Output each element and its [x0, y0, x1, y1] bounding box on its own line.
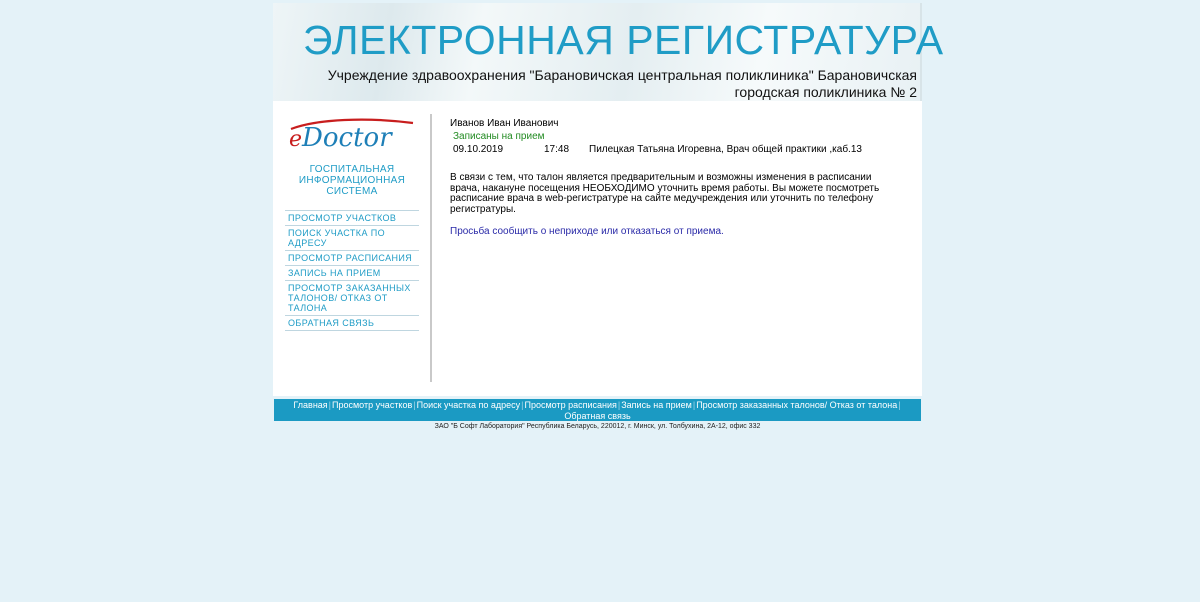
app-title: ЭЛЕКТРОННАЯ РЕГИСТРАТУРА [303, 17, 944, 63]
sidebar: eDoctor ГОСПИТАЛЬНАЯ ИНФОРМАЦИОННАЯ СИСТ… [285, 101, 419, 331]
logo-brand-text: Doctor [302, 123, 392, 153]
main-content: Иванов Иван Иванович Записаны на прием 0… [450, 117, 900, 237]
edoctor-logo: eDoctor ГОСПИТАЛЬНАЯ ИНФОРМАЦИОННАЯ СИСТ… [285, 101, 419, 201]
footer-separator: | [692, 400, 696, 410]
footer-link-feedback[interactable]: Обратная связь [564, 411, 630, 421]
body-area: eDoctor ГОСПИТАЛЬНАЯ ИНФОРМАЦИОННАЯ СИСТ… [273, 101, 922, 396]
sidebar-item-make-appointment[interactable]: Запись на прием [285, 265, 419, 280]
appointment-row: 09.10.2019 17:48 Пилецкая Татьяна Игорев… [453, 143, 900, 157]
booked-status-label: Записаны на прием [453, 131, 545, 142]
footer-separator: | [617, 400, 621, 410]
footer-link-view-schedule[interactable]: Просмотр расписания [525, 400, 617, 410]
page-container: ЭЛЕКТРОННАЯ РЕГИСТРАТУРА Учреждение здра… [273, 3, 943, 396]
footer-link-search-district[interactable]: Поиск участка по адресу [417, 400, 521, 410]
vertical-divider [430, 114, 432, 382]
sidebar-item-search-district[interactable]: Поиск участка по адресу [285, 225, 419, 250]
footer-link-home[interactable]: Главная [293, 400, 327, 410]
cancel-appointment-link[interactable]: Просьба сообщить о неприходе или отказат… [450, 226, 900, 237]
sidebar-item-view-districts[interactable]: Просмотр участков [285, 210, 419, 225]
footer-separator: | [413, 400, 416, 410]
copyright-text: ЗАО "Б Софт Лаборатория" Республика Бела… [434, 423, 761, 430]
organization-name: Учреждение здравоохранения "Барановичска… [327, 67, 917, 100]
sidebar-item-view-schedule[interactable]: Просмотр расписания [285, 250, 419, 265]
notice-text: В связи с тем, что талон является предва… [450, 172, 880, 215]
sidebar-menu: Просмотр участков Поиск участка по адрес… [285, 210, 419, 331]
sidebar-item-ordered-tickets[interactable]: Просмотр заказанных талонов/ Отказ от та… [285, 280, 419, 315]
appointment-doctor: Пилецкая Татьяна Игоревна, Врач общей пр… [589, 144, 862, 155]
footer-nav: Главная|Просмотр участков|Поиск участка … [274, 399, 921, 421]
footer-separator: | [328, 400, 332, 410]
patient-name: Иванов Иван Иванович [450, 118, 559, 129]
header-banner: ЭЛЕКТРОННАЯ РЕГИСТРАТУРА Учреждение здра… [273, 3, 943, 101]
logo-wordmark: eDoctor [289, 123, 392, 153]
footer-separator: | [898, 400, 901, 410]
logo-subtitle: ГОСПИТАЛЬНАЯ ИНФОРМАЦИОННАЯ СИСТЕМА [298, 164, 406, 197]
appointment-date: 09.10.2019 [453, 144, 504, 155]
footer-separator: | [521, 400, 524, 410]
sidebar-item-feedback[interactable]: Обратная связь [285, 315, 419, 331]
appointment-time: 17:48 [544, 144, 570, 155]
footer-link-view-districts[interactable]: Просмотр участков [332, 400, 412, 410]
footer-link-make-appointment[interactable]: Запись на прием [621, 400, 692, 410]
logo-e-letter: e [289, 127, 303, 152]
footer-link-ordered-tickets[interactable]: Просмотр заказанных талонов/ Отказ от та… [696, 400, 897, 410]
